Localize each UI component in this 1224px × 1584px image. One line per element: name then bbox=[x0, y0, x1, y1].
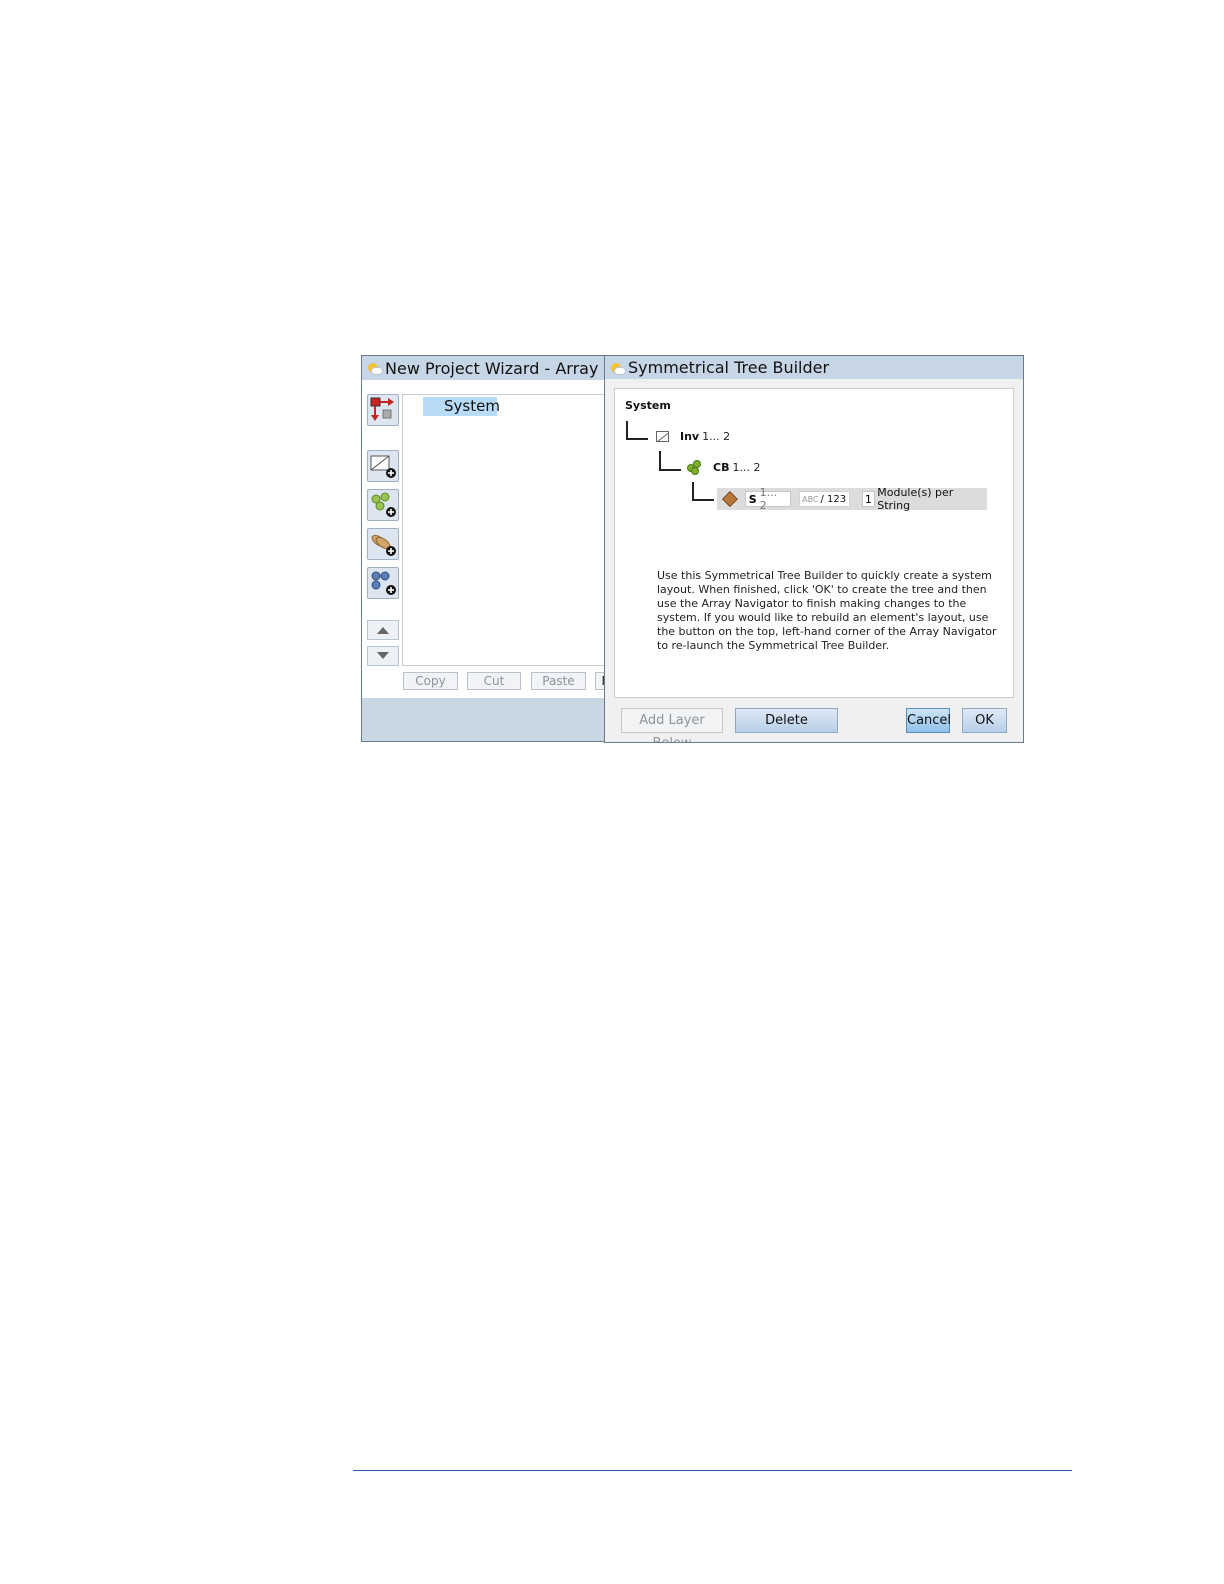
add-combiner-button[interactable] bbox=[367, 489, 399, 521]
new-project-wizard-window: New Project Wizard - Array Na System Cop… bbox=[361, 355, 605, 742]
delete-button[interactable]: Delete bbox=[735, 708, 838, 733]
add-layer-below-button[interactable]: Add Layer Below bbox=[621, 708, 723, 742]
string-range-field[interactable]: S 1... 2 bbox=[744, 486, 791, 512]
symmetrical-tree-builder-dialog: Symmetrical Tree Builder System Inv 1...… bbox=[604, 355, 1024, 743]
app-sun-cloud-icon bbox=[610, 361, 626, 375]
modules-count-field[interactable]: 1 bbox=[861, 491, 876, 507]
navigator-toolbar bbox=[362, 380, 402, 698]
add-modules-button[interactable] bbox=[367, 567, 399, 599]
help-line: system. If you would like to rebuild an … bbox=[657, 611, 989, 624]
tree-connector bbox=[692, 482, 714, 501]
inverter-range: 1... 2 bbox=[702, 430, 731, 443]
cancel-button[interactable]: Cancel bbox=[906, 708, 951, 733]
page-footer-rule bbox=[353, 1470, 1072, 1471]
inverter-label: Inv bbox=[680, 430, 700, 443]
string-layer[interactable]: S 1... 2 ABC / 123 1 Module(s) per Strin… bbox=[717, 486, 987, 512]
help-line: to re-launch the Symmetrical Tree Builde… bbox=[657, 639, 890, 652]
navigator-tree[interactable]: System bbox=[402, 394, 605, 666]
help-line: use the Array Navigator to finish making… bbox=[657, 597, 967, 610]
copy-button[interactable]: Copy bbox=[403, 672, 458, 690]
naming-value: / 123 bbox=[820, 493, 847, 505]
dialog-title: Symmetrical Tree Builder bbox=[628, 358, 830, 377]
combiner-range: 1... 2 bbox=[732, 460, 761, 474]
inverter-icon bbox=[656, 431, 669, 442]
cut-button[interactable]: Cut bbox=[467, 672, 521, 690]
combiner-label: CB bbox=[713, 460, 730, 474]
combiner-icon bbox=[687, 460, 701, 475]
ok-button[interactable]: OK bbox=[962, 708, 1007, 733]
help-line: the button on the top, left-hand corner … bbox=[657, 625, 997, 638]
move-up-icon bbox=[377, 627, 389, 634]
string-naming-field[interactable]: ABC / 123 bbox=[798, 491, 850, 507]
help-text: Use this Symmetrical Tree Builder to qui… bbox=[657, 569, 997, 653]
add-modules-icon bbox=[371, 571, 396, 595]
rebuild-tree-icon bbox=[370, 397, 394, 421]
move-up-button[interactable] bbox=[367, 620, 399, 640]
app-sun-cloud-icon bbox=[367, 361, 383, 375]
tree-connector bbox=[626, 421, 648, 440]
modules-per-string-label: Module(s) per String bbox=[877, 486, 954, 512]
tree-builder-panel: System Inv 1... 2 CB 1... 2 S 1... 2 ABC… bbox=[614, 388, 1014, 698]
add-combiner-icon bbox=[371, 492, 396, 517]
help-line: layout. When finished, click 'OK' to cre… bbox=[657, 583, 987, 596]
inverter-layer[interactable]: Inv 1... 2 bbox=[656, 430, 730, 443]
naming-placeholder: ABC bbox=[802, 494, 819, 504]
array-navigator: System Copy Cut Paste F bbox=[362, 380, 605, 698]
string-range: 1... 2 bbox=[759, 486, 778, 512]
add-string-button[interactable] bbox=[367, 528, 399, 560]
tree-root-system: System bbox=[625, 399, 671, 412]
tree-node-system[interactable]: System bbox=[423, 397, 500, 416]
string-label: S bbox=[748, 492, 757, 506]
help-line: Use this Symmetrical Tree Builder to qui… bbox=[657, 569, 992, 582]
tree-connector bbox=[659, 451, 681, 471]
wizard-title: New Project Wizard - Array Na bbox=[385, 358, 605, 378]
string-module-icon bbox=[722, 491, 738, 507]
wizard-title-bar[interactable]: New Project Wizard - Array Na bbox=[362, 356, 605, 380]
add-string-icon bbox=[371, 534, 396, 556]
add-inverter-button[interactable] bbox=[367, 450, 399, 482]
combiner-layer[interactable]: CB 1... 2 bbox=[687, 460, 761, 475]
wizard-footer bbox=[362, 698, 605, 741]
rebuild-tree-button[interactable] bbox=[367, 394, 399, 426]
dialog-title-bar[interactable]: Symmetrical Tree Builder bbox=[605, 356, 1023, 379]
add-inverter-icon bbox=[370, 455, 396, 478]
move-down-icon bbox=[377, 652, 389, 659]
move-down-button[interactable] bbox=[367, 646, 399, 666]
paste-button[interactable]: Paste bbox=[531, 672, 586, 690]
